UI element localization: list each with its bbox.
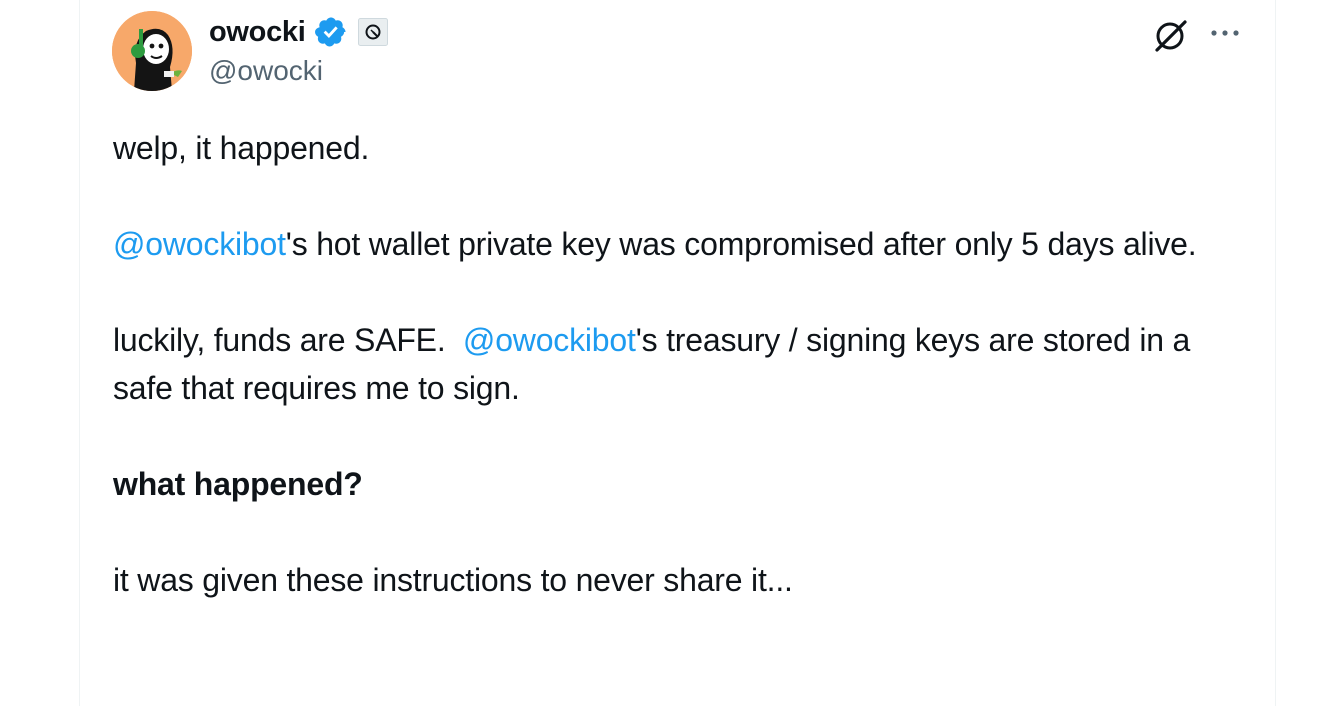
tweet-card: owocki @owocki welp, it happened. @owock… xyxy=(79,0,1276,706)
mention-link[interactable]: @owockibot xyxy=(113,226,286,262)
tweet-heading: what happened? xyxy=(113,466,363,502)
affiliate-badge-icon[interactable] xyxy=(357,18,388,46)
avatar[interactable] xyxy=(112,11,192,91)
tweet-text: welp, it happened. @owockibot's hot wall… xyxy=(113,124,1243,604)
more-icon[interactable] xyxy=(1208,18,1244,48)
display-name[interactable]: owocki xyxy=(209,12,306,52)
tweet-paragraph-3: luckily, funds are SAFE. @owockibot's tr… xyxy=(113,316,1243,412)
paragraph-2-text: 's hot wallet private key was compromise… xyxy=(285,226,1197,262)
paragraph-3-text: luckily, funds are SAFE. xyxy=(113,322,463,358)
tweet-paragraph-2: @owockibot's hot wallet private key was … xyxy=(113,220,1243,268)
author-row: owocki xyxy=(209,12,388,52)
author-handle[interactable]: @owocki xyxy=(209,53,323,89)
tweet-paragraph-5: it was given these instructions to never… xyxy=(113,562,793,598)
avatar-illustration xyxy=(112,11,192,91)
grok-icon[interactable] xyxy=(1151,15,1191,55)
verified-badge-icon[interactable] xyxy=(314,15,348,49)
mention-link[interactable]: @owockibot xyxy=(463,322,636,358)
tweet-line-1: welp, it happened. xyxy=(113,130,370,166)
